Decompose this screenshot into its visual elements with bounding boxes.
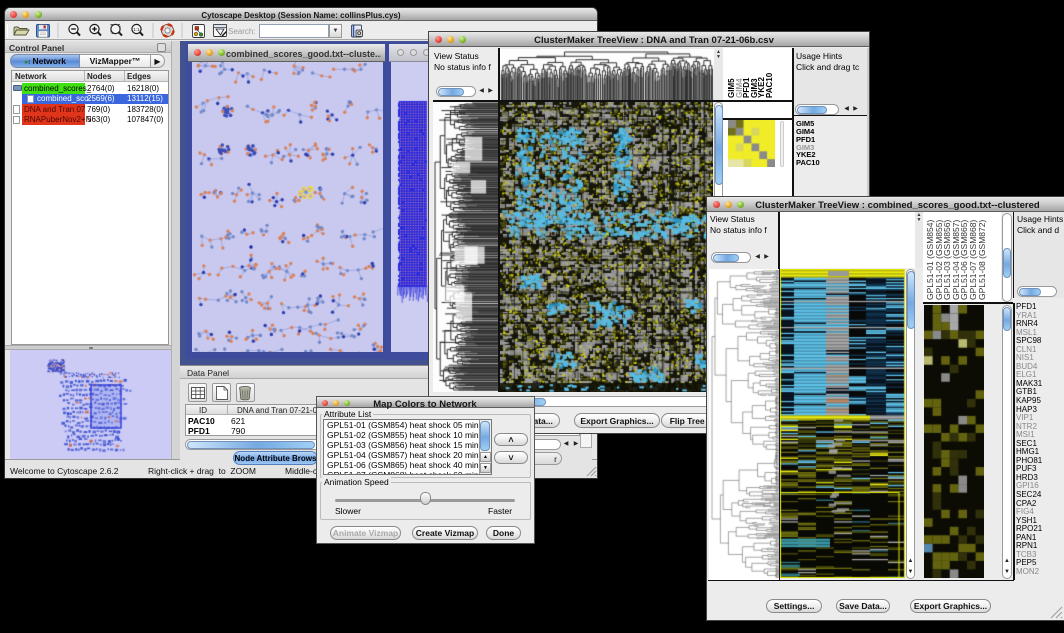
svg-text:1:1: 1:1 <box>133 27 140 32</box>
